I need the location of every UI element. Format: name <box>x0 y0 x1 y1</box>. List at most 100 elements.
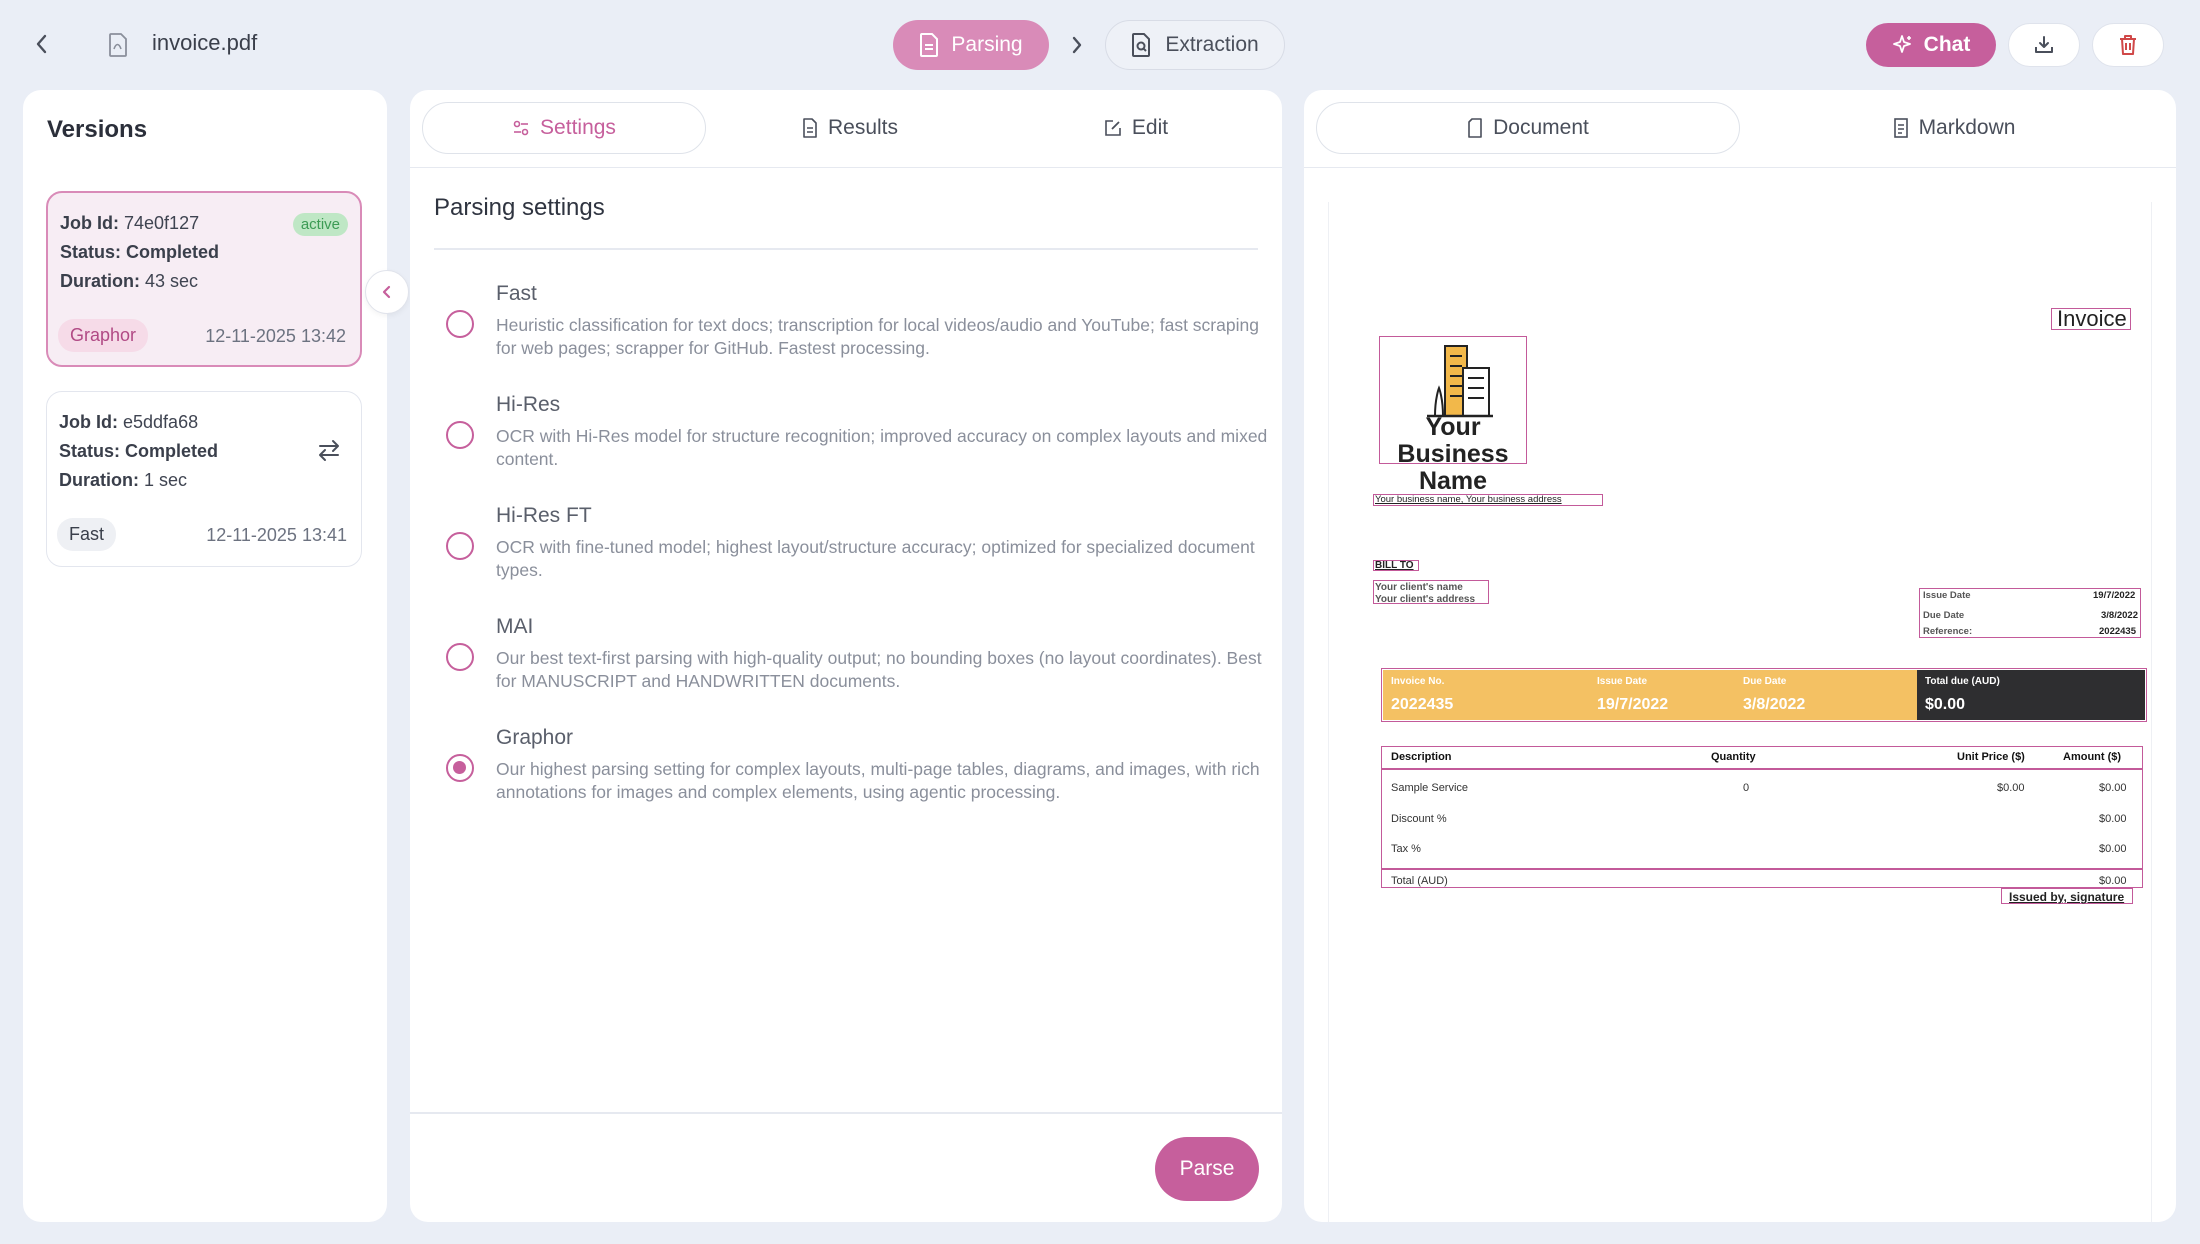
chat-button[interactable]: Chat <box>1866 23 1996 67</box>
versions-panel: Versions Job Id: 74e0f127 active Status:… <box>23 90 387 1222</box>
top-bar: invoice.pdf Parsing Extraction Chat <box>0 0 2200 90</box>
due-date-value: 3/8/2022 <box>1743 696 1806 713</box>
tab-markdown[interactable]: Markdown <box>1742 102 2166 154</box>
business-address: Your business name, Your business addres… <box>1375 494 1562 505</box>
divider <box>434 248 1258 250</box>
table-cell: $0.00 <box>2099 875 2127 887</box>
job-id-line: Job Id: e5ddfa68 <box>59 412 199 432</box>
job-id-line: Job Id: 74e0f127 <box>60 213 200 233</box>
option-description: OCR with fine-tuned model; highest layou… <box>496 537 1255 580</box>
option-name: Hi-Res FT <box>496 504 592 527</box>
meta-label: Reference: <box>1923 626 1973 637</box>
step-extraction-label: Extraction <box>1165 33 1259 56</box>
option-mai[interactable]: MAI Our best text-first parsing with hig… <box>434 615 1264 695</box>
radio-fast[interactable] <box>446 310 474 338</box>
document-preview: Invoice Your Business Name Your business… <box>1328 202 2152 1222</box>
tab-edit-label: Edit <box>1131 116 1169 139</box>
settings-panel: Settings Results Edit Parsing settings F… <box>410 90 1282 1222</box>
radio-hi-res[interactable] <box>446 421 474 449</box>
document-tabbar: Document Markdown <box>1304 90 2176 168</box>
step-extraction[interactable]: Extraction <box>1105 20 1285 70</box>
meta-label: Issue Date <box>1923 590 1971 601</box>
meta-label: Due Date <box>1923 610 1965 621</box>
chat-button-label: Chat <box>1923 33 1971 56</box>
status-line: Status: Completed <box>59 441 219 461</box>
option-hi-res[interactable]: Hi-Res OCR with Hi-Res model for structu… <box>434 393 1267 473</box>
trash-icon <box>2120 35 2136 55</box>
option-hi-res-ft[interactable]: Hi-Res FT OCR with fine-tuned model; hig… <box>434 504 1264 584</box>
radio-mai[interactable] <box>446 643 474 671</box>
document-panel: Document Markdown Invoice Your Business … <box>1304 90 2176 1222</box>
version-card[interactable]: Job Id: e5ddfa68 Status: Completed Durat… <box>46 391 362 567</box>
tab-settings[interactable]: Settings <box>422 102 706 154</box>
option-fast[interactable]: Fast Heuristic classification for text d… <box>434 282 1264 362</box>
version-card[interactable]: Job Id: 74e0f127 active Status: Complete… <box>46 191 362 367</box>
document-search-icon <box>1132 33 1151 57</box>
swap-icon[interactable] <box>315 436 343 464</box>
download-icon <box>2035 36 2053 53</box>
option-name: Graphor <box>496 726 574 749</box>
version-date: 12-11-2025 13:41 <box>206 525 347 545</box>
business-logo-line2: Name <box>1418 467 1488 495</box>
settings-tabbar: Settings Results Edit <box>410 90 1282 168</box>
chevron-right-icon <box>1049 20 1105 70</box>
method-tag: Fast <box>57 518 117 551</box>
signature-label: Issued by, signature <box>2009 890 2125 904</box>
tab-results[interactable]: Results <box>708 102 992 154</box>
business-logo-line1: Your Business <box>1397 413 1509 468</box>
option-description: OCR with Hi-Res model for structure reco… <box>496 426 1268 469</box>
versions-title: Versions <box>47 116 148 143</box>
client-name: Your client's name <box>1375 582 1463 593</box>
pdf-file-icon <box>104 30 132 60</box>
tab-results-label: Results <box>827 116 899 139</box>
delete-button[interactable] <box>2092 23 2164 67</box>
option-description: Heuristic classification for text docs; … <box>496 315 1259 358</box>
tab-markdown-label: Markdown <box>1918 116 2016 139</box>
tab-edit[interactable]: Edit <box>994 102 1278 154</box>
step-parsing[interactable]: Parsing <box>893 20 1049 70</box>
meta-value: 3/8/2022 <box>2101 610 2138 621</box>
table-header: Unit Price ($) <box>1957 751 2025 763</box>
edit-icon <box>1105 120 1121 136</box>
table-cell: Tax % <box>1391 843 1421 855</box>
version-date: 12-11-2025 13:42 <box>205 326 346 346</box>
status-line: Status: Completed <box>60 242 220 262</box>
tab-document-label: Document <box>1493 116 1589 139</box>
meta-value: 2022435 <box>2099 626 2136 637</box>
active-badge: active <box>292 213 348 236</box>
chevron-left-icon <box>382 285 391 299</box>
tab-document[interactable]: Document <box>1316 102 1740 154</box>
method-tag: Graphor <box>58 319 149 352</box>
page-icon <box>1468 118 1482 138</box>
meta-value: 19/7/2022 <box>2093 590 2136 601</box>
sparkle-icon <box>1892 35 1911 53</box>
file-name: invoice.pdf <box>152 30 258 55</box>
divider <box>1381 868 2143 870</box>
issue-date-value: 19/7/2022 <box>1597 696 1669 713</box>
radio-graphor[interactable] <box>446 754 474 782</box>
invoice-no-label: Invoice No. <box>1391 676 1445 687</box>
option-graphor[interactable]: Graphor Our highest parsing setting for … <box>434 726 1264 806</box>
divider <box>410 1112 1282 1114</box>
bill-to-label: BILL TO <box>1375 560 1414 571</box>
collapse-sidebar-button[interactable] <box>365 270 409 314</box>
download-button[interactable] <box>2008 23 2080 67</box>
document-icon <box>803 118 817 138</box>
table-cell: $0.00 <box>2099 782 2127 794</box>
table-cell: Discount % <box>1391 813 1447 825</box>
table-cell: $0.00 <box>2099 813 2127 825</box>
building-logo-icon <box>1427 345 1493 418</box>
issue-date-label: Issue Date <box>1597 676 1648 687</box>
parse-button[interactable]: Parse <box>1155 1137 1259 1201</box>
client-address: Your client's address <box>1375 594 1476 605</box>
invoice-no-value: 2022435 <box>1391 696 1454 713</box>
option-name: MAI <box>496 615 534 638</box>
workflow-stepper: Parsing Extraction <box>893 20 1285 70</box>
duration-line: Duration: 1 sec <box>59 470 188 490</box>
option-description: Our best text-first parsing with high-qu… <box>496 648 1262 691</box>
table-cell: Sample Service <box>1391 782 1469 794</box>
radio-hi-res-ft[interactable] <box>446 532 474 560</box>
table-cell: $0.00 <box>2099 843 2127 855</box>
back-button[interactable] <box>24 26 60 62</box>
section-title: Parsing settings <box>434 194 605 221</box>
